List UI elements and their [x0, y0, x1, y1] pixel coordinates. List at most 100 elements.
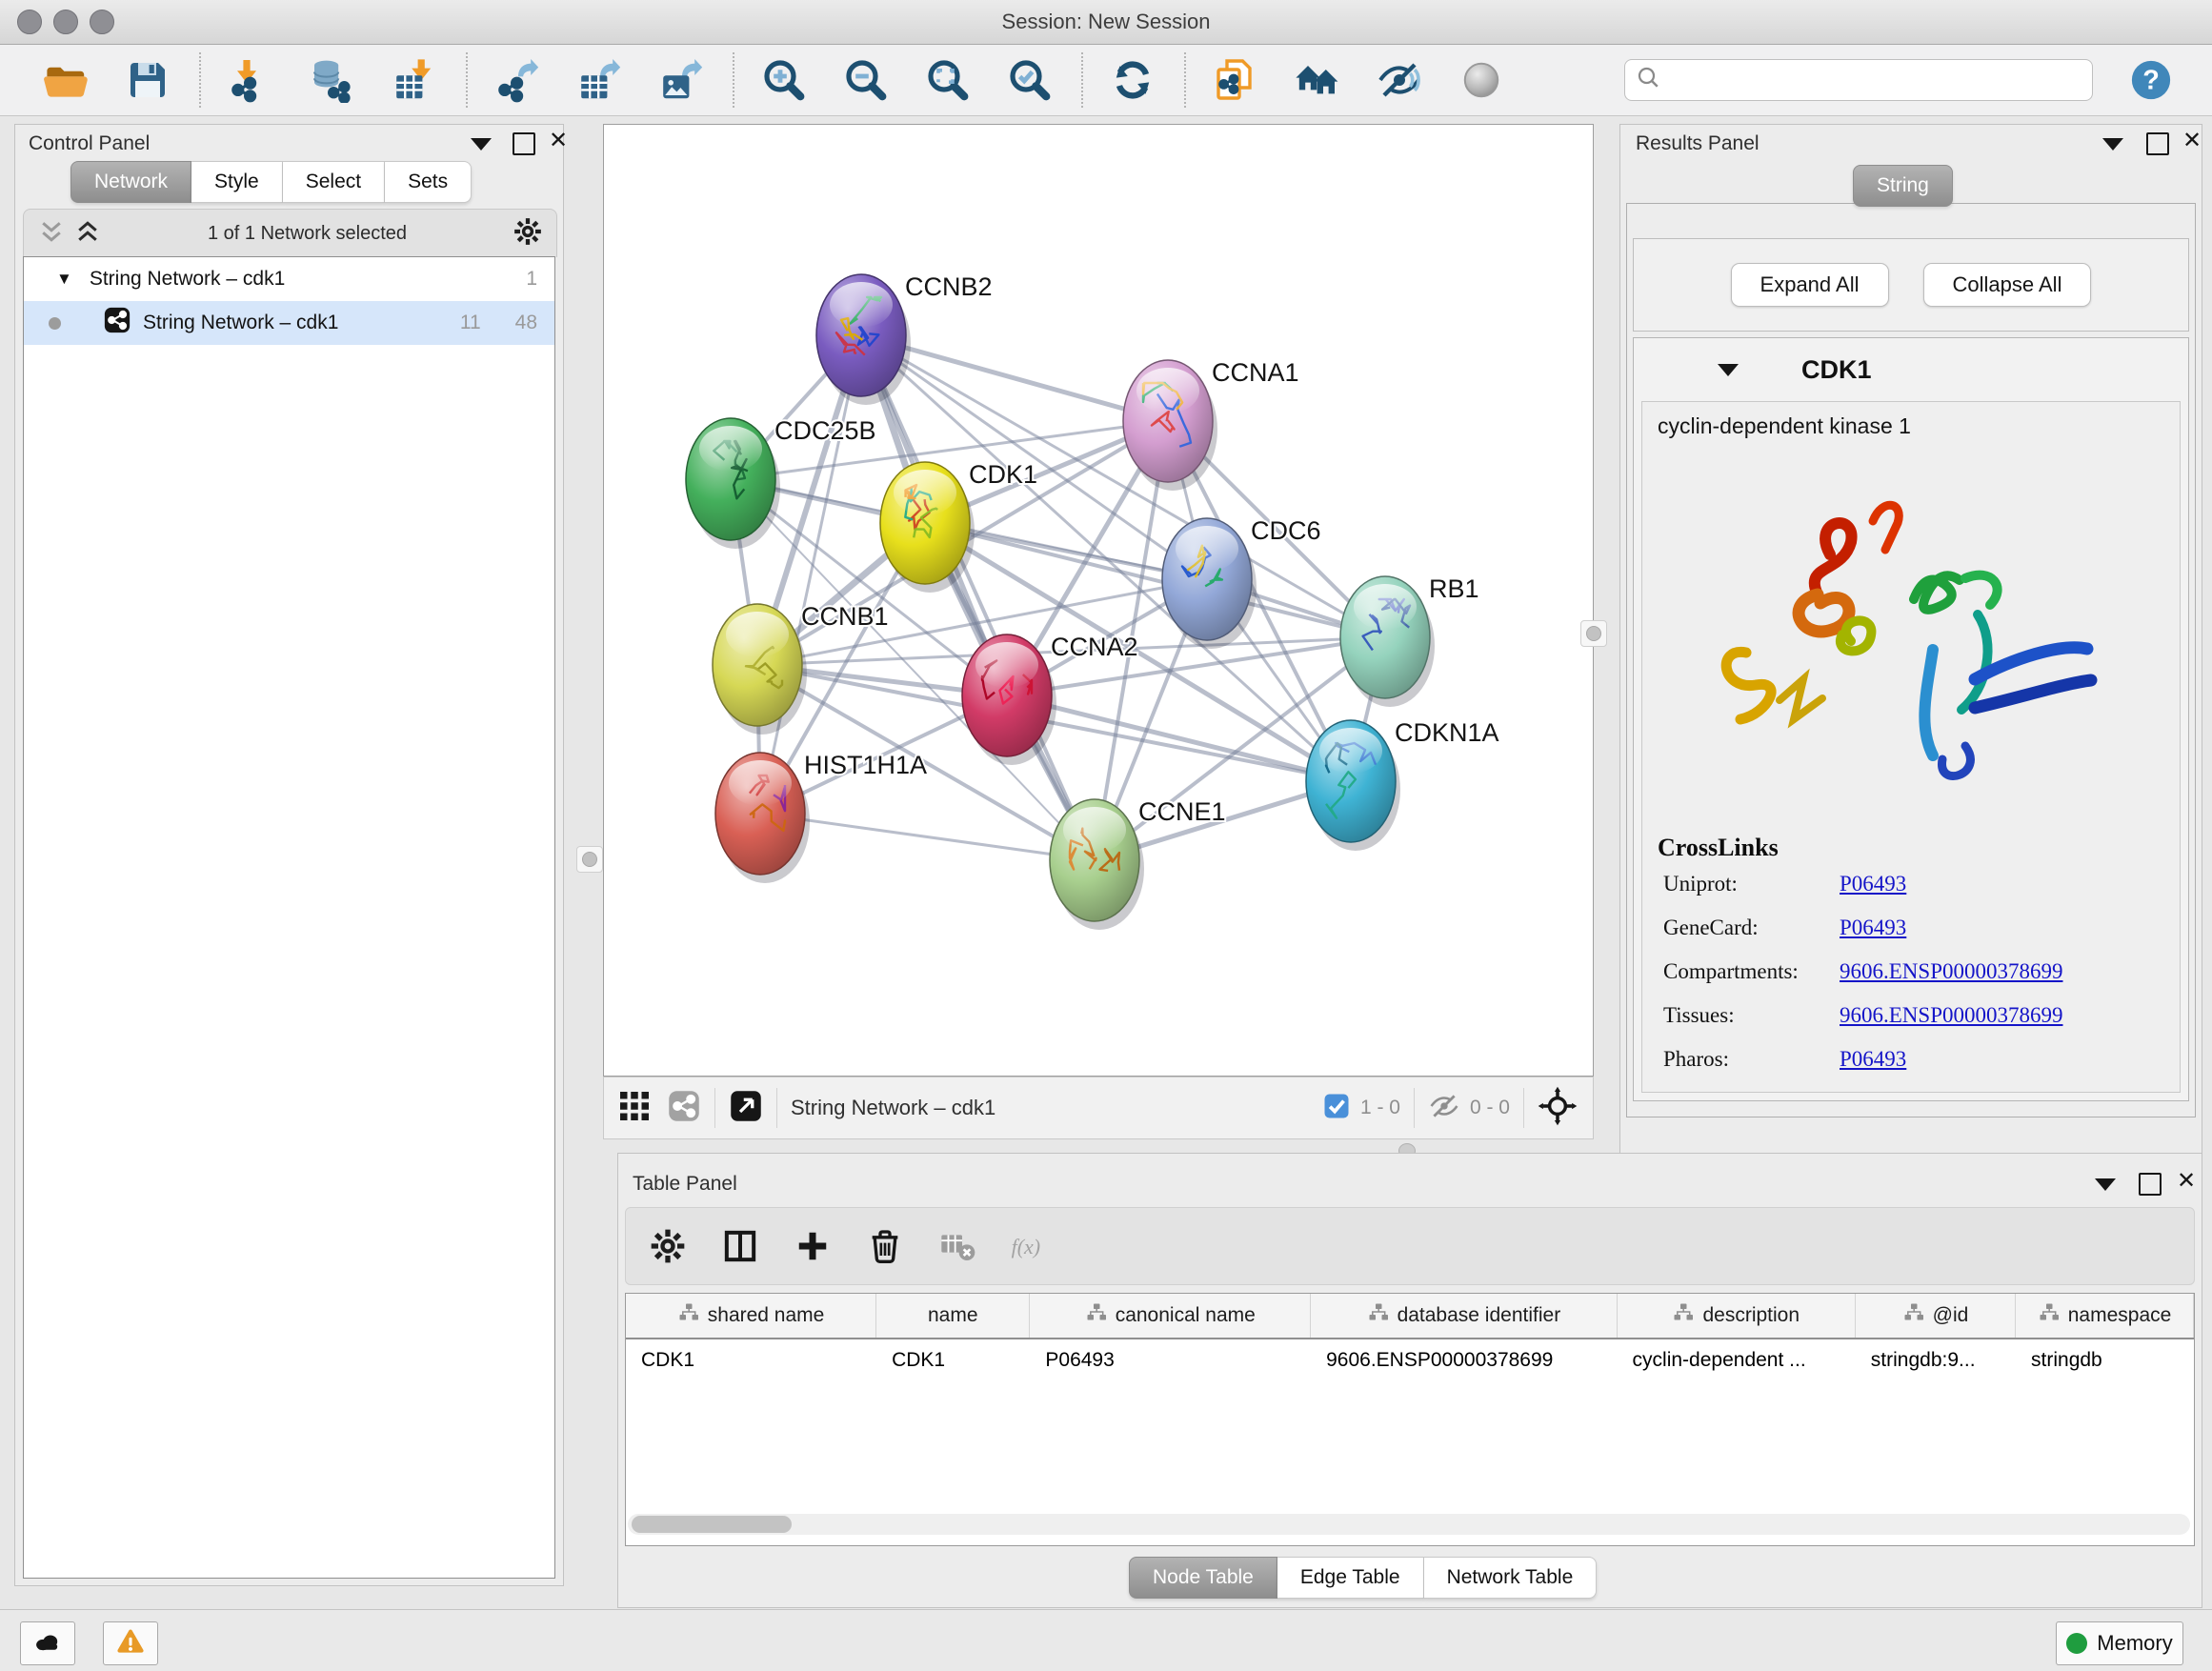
- show-columns-icon[interactable]: [719, 1225, 761, 1267]
- network-view-share-icon[interactable]: [667, 1089, 701, 1128]
- table-scrollbar-thumb[interactable]: [632, 1516, 792, 1533]
- expand-all-networks-icon[interactable]: [73, 217, 102, 251]
- collapse-all-button[interactable]: Collapse All: [1923, 263, 2092, 307]
- network-tree-root-row[interactable]: ▼ String Network – cdk1 1: [24, 257, 554, 301]
- node-RB1[interactable]: [1340, 576, 1435, 707]
- search-input[interactable]: [1624, 59, 2093, 101]
- node-CCNA2[interactable]: [962, 634, 1056, 765]
- node-CCNB1[interactable]: [713, 604, 807, 735]
- zoom-in-button[interactable]: [761, 57, 807, 103]
- column-header-namespace[interactable]: namespace: [2016, 1294, 2194, 1338]
- results-panel-collapse-icon[interactable]: [2102, 138, 2123, 151]
- node-CDKN1A[interactable]: [1306, 720, 1400, 851]
- tab-sets[interactable]: Sets: [385, 161, 472, 203]
- node-CCNB2[interactable]: [816, 274, 911, 405]
- table-cell[interactable]: CDK1: [626, 1339, 876, 1381]
- crosslink-link[interactable]: P06493: [1840, 872, 1906, 896]
- crosslink-row: Pharos:P06493: [1642, 1037, 2180, 1081]
- zoom-out-button[interactable]: [843, 57, 889, 103]
- gene-section-header[interactable]: CDK1: [1634, 338, 2188, 401]
- table-cell[interactable]: P06493: [1030, 1339, 1311, 1381]
- crosslink-row: GeneCard:P06493: [1642, 906, 2180, 950]
- column-header--id[interactable]: @id: [1856, 1294, 2016, 1338]
- node-CCNE1[interactable]: [1050, 799, 1144, 930]
- import-network-database-button[interactable]: [310, 57, 355, 103]
- delete-column-trash-icon[interactable]: [864, 1225, 906, 1267]
- grid-view-icon[interactable]: [617, 1089, 652, 1128]
- network-options-gear-icon[interactable]: [513, 216, 543, 252]
- render-mode-button[interactable]: [1458, 57, 1504, 103]
- tab-node-table[interactable]: Node Table: [1129, 1557, 1277, 1599]
- column-header-description[interactable]: description: [1618, 1294, 1856, 1338]
- table-cell[interactable]: 9606.ENSP00000378699: [1311, 1339, 1617, 1381]
- table-cell[interactable]: stringdb: [2016, 1339, 2194, 1381]
- tree-column-icon: [1085, 1301, 1108, 1330]
- open-file-button[interactable]: [43, 57, 89, 103]
- cloud-button[interactable]: [20, 1621, 75, 1665]
- import-network-file-button[interactable]: [228, 57, 273, 103]
- collapse-all-networks-icon[interactable]: [37, 217, 66, 251]
- tree-column-icon: [1902, 1301, 1925, 1330]
- crosslink-link[interactable]: 9606.ENSP00000378699: [1840, 959, 2063, 983]
- expand-all-button[interactable]: Expand All: [1731, 263, 1889, 307]
- network-canvas[interactable]: CCNB2CCNA1CDC25BCDK1CDC6RB1CCNB1CCNA2CDK…: [603, 124, 1594, 1077]
- edge-CCNB2-CCNE1[interactable]: [861, 335, 1095, 860]
- tree-expand-icon[interactable]: ▼: [56, 270, 72, 289]
- create-column-plus-icon[interactable]: [792, 1225, 834, 1267]
- export-network-button[interactable]: [494, 57, 540, 103]
- refresh-button[interactable]: [1110, 57, 1156, 103]
- results-panel-close-icon[interactable]: ✕: [2182, 131, 2202, 151]
- tab-string[interactable]: String: [1853, 165, 1953, 207]
- save-session-button[interactable]: [125, 57, 171, 103]
- table-cell[interactable]: cyclin-dependent ...: [1618, 1339, 1856, 1381]
- selected-checkbox-icon[interactable]: [1322, 1092, 1351, 1125]
- pan-crosshair-icon[interactable]: [1538, 1086, 1578, 1131]
- warnings-button[interactable]: [103, 1621, 158, 1665]
- first-neighbors-button[interactable]: [1295, 57, 1340, 103]
- results-panel-float-icon[interactable]: [2146, 132, 2169, 155]
- show-graphics-details-button[interactable]: [1377, 57, 1422, 103]
- control-panel-collapse-icon[interactable]: [471, 138, 492, 151]
- edge-HIST1H1A-CCNE1[interactable]: [760, 814, 1095, 860]
- table-panel-collapse-icon[interactable]: [2095, 1178, 2116, 1191]
- control-panel-float-icon[interactable]: [513, 132, 535, 155]
- zoom-fit-button[interactable]: [925, 57, 971, 103]
- table-cell[interactable]: CDK1: [876, 1339, 1030, 1381]
- zoom-selected-button[interactable]: [1007, 57, 1053, 103]
- table-row[interactable]: CDK1CDK1P064939606.ENSP00000378699cyclin…: [626, 1339, 2194, 1381]
- crosslink-link[interactable]: P06493: [1840, 916, 1906, 939]
- column-header-name[interactable]: name: [876, 1294, 1030, 1338]
- right-splitter-handle[interactable]: [1580, 620, 1607, 647]
- tab-style[interactable]: Style: [191, 161, 283, 203]
- tab-network[interactable]: Network: [70, 161, 191, 203]
- help-button[interactable]: ?: [2129, 58, 2173, 102]
- table-panel-float-icon[interactable]: [2139, 1173, 2162, 1196]
- control-panel-close-icon[interactable]: ✕: [549, 131, 568, 151]
- tab-edge-table[interactable]: Edge Table: [1277, 1557, 1424, 1599]
- network-graph[interactable]: CCNB2CCNA1CDC25BCDK1CDC6RB1CCNB1CCNA2CDK…: [604, 125, 1593, 1076]
- left-splitter-handle[interactable]: [576, 846, 603, 873]
- node-CDK1[interactable]: [880, 462, 975, 593]
- crosslink-link[interactable]: P06493: [1840, 1047, 1906, 1071]
- column-header-shared-name[interactable]: shared name: [626, 1294, 876, 1338]
- table-options-gear-icon[interactable]: [647, 1225, 689, 1267]
- tab-network-table[interactable]: Network Table: [1424, 1557, 1598, 1599]
- node-HIST1H1A[interactable]: [715, 753, 810, 883]
- table-cell[interactable]: stringdb:9...: [1856, 1339, 2016, 1381]
- column-header-canonical-name[interactable]: canonical name: [1030, 1294, 1311, 1338]
- gene-collapse-icon[interactable]: [1718, 364, 1739, 376]
- crosslink-row: Uniprot:P06493: [1642, 862, 2180, 906]
- network-tree-child-row[interactable]: String Network – cdk1 11 48: [24, 301, 554, 345]
- tab-select[interactable]: Select: [283, 161, 385, 203]
- clone-network-button[interactable]: [1213, 57, 1258, 103]
- birds-eye-view-icon[interactable]: [729, 1089, 763, 1128]
- memory-button[interactable]: Memory: [2056, 1621, 2183, 1665]
- export-image-button[interactable]: [658, 57, 704, 103]
- table-panel-close-icon[interactable]: ✕: [2177, 1171, 2196, 1192]
- column-header-database-identifier[interactable]: database identifier: [1311, 1294, 1617, 1338]
- node-CDC6[interactable]: [1162, 518, 1257, 649]
- import-table-button[interactable]: [392, 57, 437, 103]
- crosslink-link[interactable]: 9606.ENSP00000378699: [1840, 1003, 2063, 1027]
- export-table-button[interactable]: [576, 57, 622, 103]
- edge-CCNB2-HIST1H1A[interactable]: [760, 335, 861, 814]
